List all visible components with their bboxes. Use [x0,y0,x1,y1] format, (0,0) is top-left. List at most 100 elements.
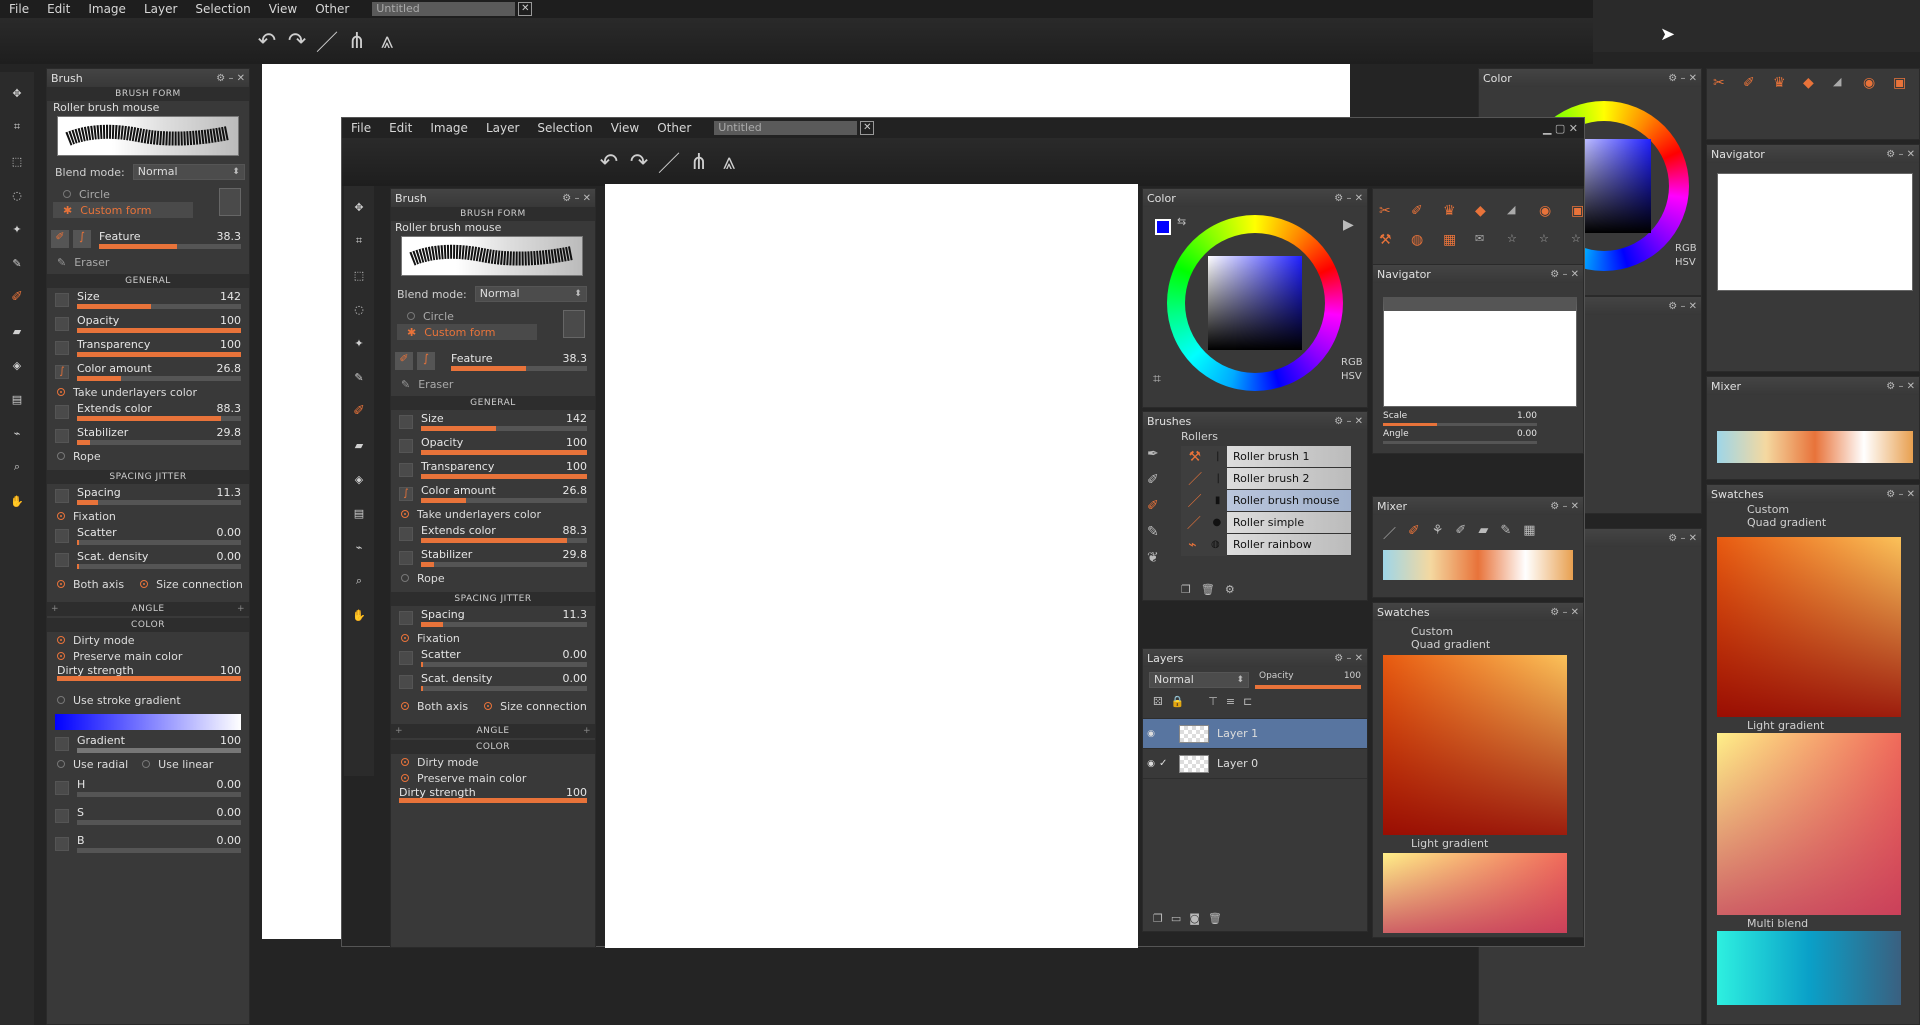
menu-file[interactable]: File [0,0,38,18]
smudge-icon[interactable]: ⌁ [346,530,372,564]
toggle-square[interactable] [399,651,413,665]
brush-item-selected[interactable]: ／ ▮ Roller brush mouse [1181,489,1351,512]
undo-icon[interactable]: ↶ [594,147,624,177]
fixation-option[interactable]: Fixation [391,630,595,646]
brush-item[interactable]: ／ | Roller brush 2 [1181,467,1351,490]
rope-option[interactable]: Rope [391,570,595,586]
menu-view[interactable]: View [260,0,306,18]
tool-grid-icon[interactable]: ⚒ [1379,232,1405,255]
check-icon[interactable]: ✓ [1159,758,1173,769]
star-icon[interactable]: ☆ [1539,232,1565,255]
align-top-icon[interactable]: ⊤ [1208,695,1218,708]
menu-layer[interactable]: Layer [135,0,186,18]
panel-controls[interactable]: ⚙ – ✕ [1550,501,1579,512]
toggle-square[interactable] [55,809,69,823]
radio-icon[interactable] [57,580,65,588]
pen-icon[interactable]: ✒ [1147,446,1173,462]
spacing-slider[interactable] [77,500,241,505]
close-icon[interactable]: ✕ [860,121,875,135]
panel-controls[interactable]: ⚙ – ✕ [1886,381,1915,392]
eraser-icon[interactable]: ▰ [4,314,30,348]
symmetry-icon[interactable]: ⋔ [342,26,372,56]
tool-grid-icon[interactable]: ◉ [1863,75,1889,133]
slider-row[interactable]: Transparency 100 [47,336,249,360]
gradient-icon[interactable]: ▤ [346,496,372,530]
panel-controls[interactable]: ⚙ – ✕ [1550,607,1579,618]
h-row[interactable]: H 0.00 [47,776,249,800]
brush-preview[interactable] [57,116,239,156]
pencil-cat-icon[interactable]: ✎ [1147,524,1173,540]
radio-icon[interactable] [57,760,65,768]
scat-density-slider[interactable] [77,564,241,569]
feature-slider[interactable] [451,366,587,371]
slider-row[interactable]: Transparency 100 [391,458,595,482]
dirty-strength-slider[interactable] [399,798,587,803]
circle-option[interactable]: Circle [53,186,243,202]
menu-other[interactable]: Other [648,119,700,137]
align-middle-icon[interactable]: ≡ [1226,695,1235,708]
toggle-square[interactable] [55,293,69,307]
inner-canvas[interactable] [605,184,1138,948]
brush-item[interactable]: ⚒ | Roller brush 1 [1181,445,1351,468]
panel-controls[interactable]: ⚙ – ✕ [1886,489,1915,500]
menu-edit[interactable]: Edit [38,0,79,18]
brush-icon[interactable]: ✐ [4,280,30,314]
hsv-label[interactable]: HSV [1341,371,1362,382]
tool-grid-icon[interactable]: ▣ [1893,75,1919,133]
airbrush-cat-icon[interactable]: ❦ [1147,550,1173,566]
mixer-canvas[interactable] [1383,550,1573,580]
magic-wand-icon[interactable]: ✦ [4,212,30,246]
slider-track[interactable] [77,352,241,357]
brush-tip-button[interactable] [219,188,241,216]
fill-icon[interactable]: ◈ [346,462,372,496]
toggle-square[interactable] [399,551,413,565]
fill-icon[interactable]: ◈ [4,348,30,382]
toggle-square[interactable] [399,439,413,453]
scatter-slider[interactable] [421,662,587,667]
feature-slider[interactable] [99,244,241,249]
toggle-square[interactable] [55,529,69,543]
menu-edit[interactable]: Edit [380,119,421,137]
sv-square[interactable] [1208,256,1302,350]
scat-density-slider[interactable] [421,686,587,691]
panel-controls[interactable]: ⚙ – ✕ [1334,653,1363,664]
feature-row[interactable]: ✐ ∫ Feature 38.3 [391,350,595,374]
slider-track[interactable] [77,304,241,309]
multi-blend-grid[interactable] [1717,931,1901,1005]
circle-option[interactable]: Circle [397,308,589,324]
toggle-square[interactable] [55,317,69,331]
toggle-square[interactable] [55,781,69,795]
use-stroke-gradient-option[interactable]: Use stroke gradient [47,692,249,708]
brush-icon[interactable]: ✐ [346,394,372,428]
scat-density-row[interactable]: Scat. density 0.00 [47,548,249,572]
clip-icon[interactable]: ⊏ [1243,695,1252,708]
perspective-icon[interactable]: ⩓ [714,147,744,177]
b-row[interactable]: B 0.00 [47,832,249,856]
dirty-mode-option[interactable]: Dirty mode [47,632,249,648]
stroke-gradient-bar[interactable] [55,714,241,730]
rect-select-icon[interactable]: ⬚ [346,258,372,292]
layer-item[interactable]: ◉ ✓ Layer 0 [1143,749,1367,779]
slider-track[interactable] [421,426,587,431]
curve-icon[interactable]: ∫ [399,487,413,501]
tool-grid-icon[interactable]: ✉ [1475,232,1501,255]
swatch-custom[interactable]: Custom [1373,625,1583,638]
tool-grid-icon[interactable]: ◢ [1833,75,1859,133]
tool-grid-icon[interactable]: ◢ [1507,203,1533,226]
brush-cat-icon[interactable]: ✐ [1147,472,1173,488]
layer-blend-select[interactable]: Normal [1149,672,1249,688]
eraser-option[interactable]: ✎ Eraser [47,254,249,270]
slider-row[interactable]: ∫ Color amount 26.8 [47,360,249,384]
slider-track[interactable] [421,474,587,479]
folder-icon[interactable]: ▭ [1171,912,1181,925]
radio-icon[interactable] [142,760,151,768]
slider-track[interactable] [421,450,587,455]
hand-icon[interactable]: ✋ [346,598,372,632]
eyedropper-icon[interactable]: ✎ [346,360,372,394]
slider-row[interactable]: Stabilizer 29.8 [47,424,249,448]
rope-option[interactable]: Rope [47,448,249,464]
brush-preview[interactable] [401,236,583,276]
slider-track[interactable] [77,328,241,333]
layer-opacity[interactable]: Opacity 100 [1255,671,1361,689]
dirty-strength-slider[interactable] [57,676,241,681]
